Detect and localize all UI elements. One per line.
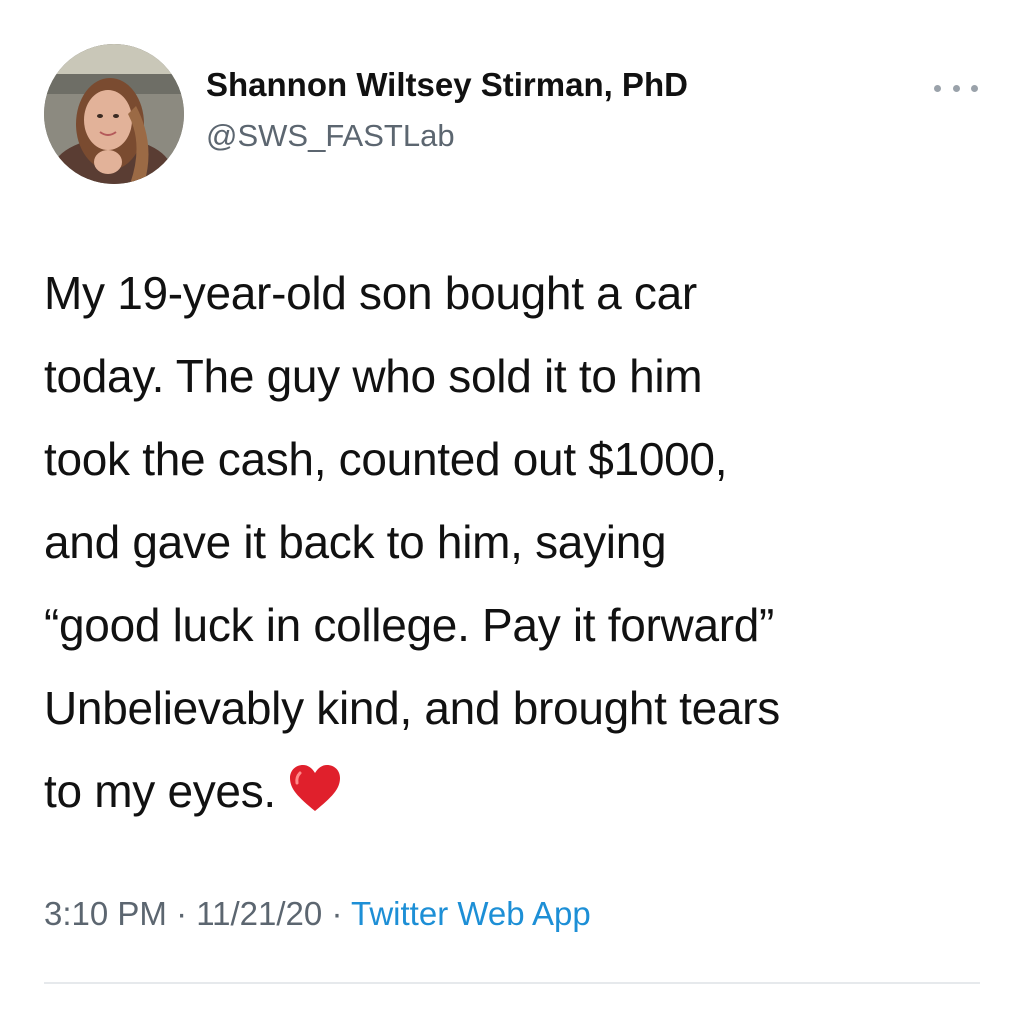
more-options-icon[interactable] [934,76,978,100]
tweet-line: Unbelievably kind, and brought tears [44,682,780,734]
tweet-line-text: to my eyes. [44,765,276,817]
avatar-photo [44,44,184,184]
tweet-line: My 19-year-old son bought a car [44,267,697,319]
tweet-time[interactable]: 3:10 PM [44,895,167,932]
tweet-line: today. The guy who sold it to him [44,350,703,402]
tweet-last-line: to my eyes. [44,750,1004,839]
tweet-text: My 19-year-old son bought a car today. T… [44,252,1004,839]
tweet-line: “good luck in college. Pay it forward” [44,599,775,651]
tweet-source-link[interactable]: Twitter Web App [351,895,591,932]
red-heart-icon [288,756,342,839]
more-dot [971,84,978,92]
meta-separator: · [176,895,188,932]
tweet-meta: 3:10 PM · 11/21/20 · Twitter Web App [44,895,591,933]
tweet-line: took the cash, counted out $1000, [44,433,728,485]
tweet-date[interactable]: 11/21/20 [196,895,322,932]
avatar[interactable] [44,44,184,184]
more-dot [952,84,960,92]
author-name[interactable]: Shannon Wiltsey Stirman, PhD [206,66,688,104]
tweet-card: Shannon Wiltsey Stirman, PhD @SWS_FASTLa… [0,0,1024,1024]
author-handle[interactable]: @SWS_FASTLab [206,118,455,154]
divider [44,982,980,984]
meta-separator: · [331,895,343,932]
tweet-line: and gave it back to him, saying [44,516,667,568]
more-dot [934,84,941,92]
